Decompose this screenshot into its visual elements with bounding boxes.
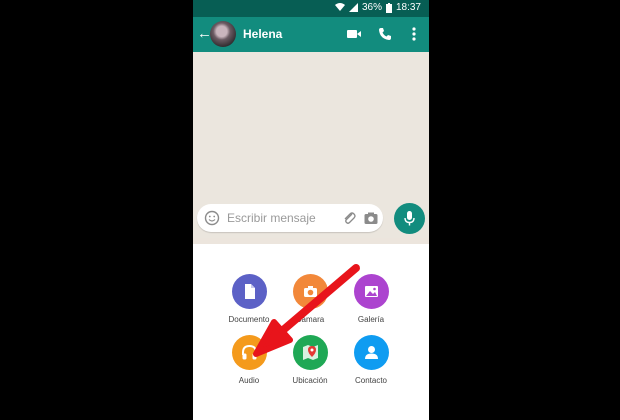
red-pointer-arrow: [253, 264, 360, 357]
